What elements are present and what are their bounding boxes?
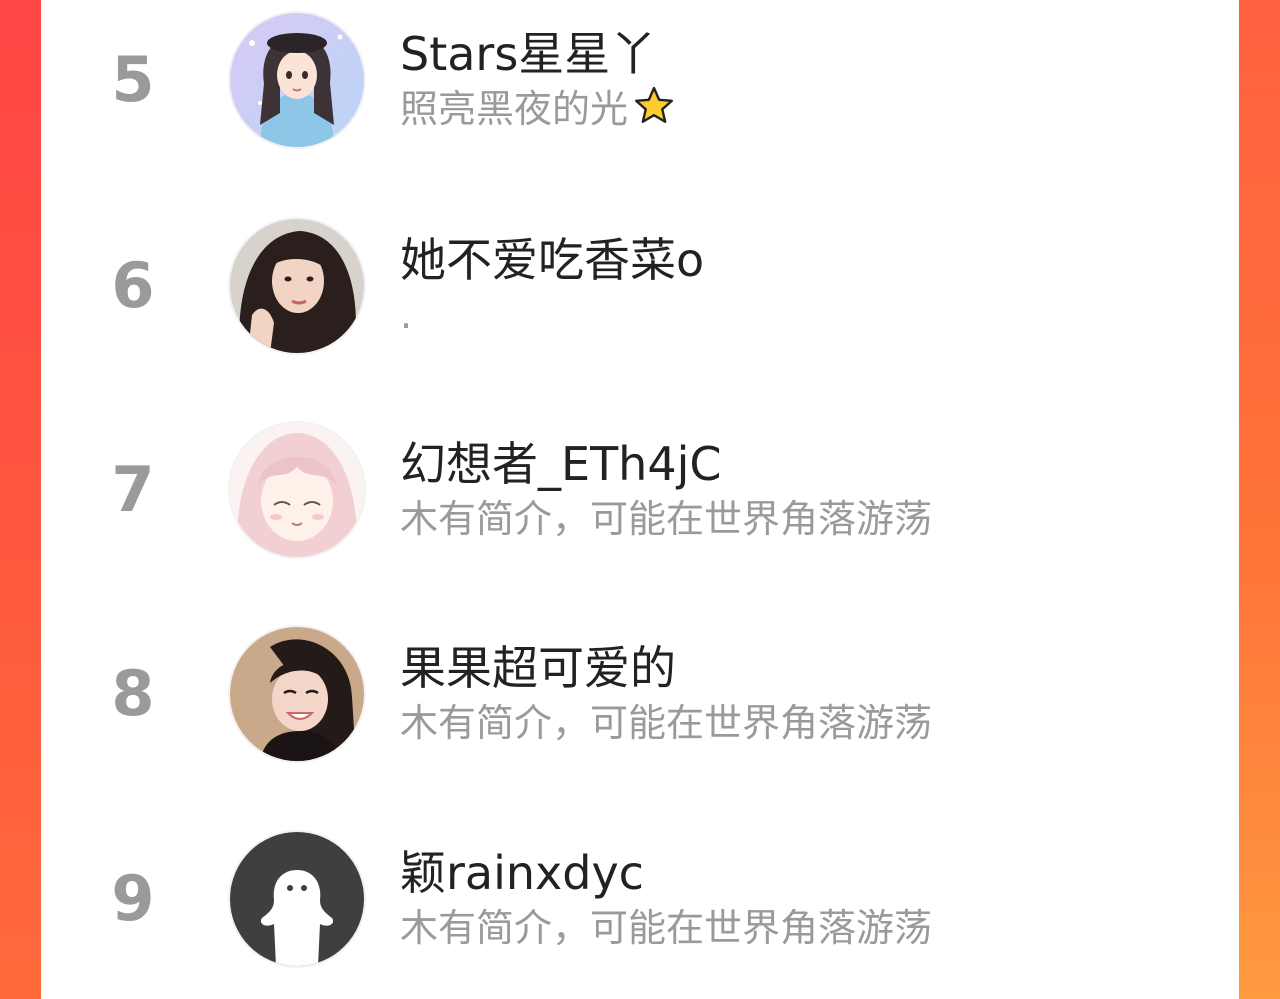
- rank-number: 7: [111, 453, 155, 526]
- user-bio: 木有简介，可能在世界角落游荡: [400, 497, 933, 541]
- ranking-row[interactable]: 6 她不爱吃香菜o .: [41, 196, 1239, 376]
- user-name[interactable]: 幻想者_ETh4jC: [400, 435, 1180, 493]
- default-user-avatar[interactable]: [230, 832, 364, 966]
- ranking-row[interactable]: 9 颖rainxdyc 木有简介，可能在世界角落游荡: [41, 809, 1239, 989]
- ranking-row[interactable]: 5 Stars星星丫 照亮黑夜的光: [41, 0, 1239, 170]
- star-icon: [635, 86, 673, 123]
- rank-number: 5: [111, 43, 155, 116]
- photo-smiling-girl-avatar[interactable]: [230, 627, 364, 761]
- background-left-edge: [0, 0, 41, 999]
- user-bio: 木有简介，可能在世界角落游荡: [400, 701, 933, 745]
- ranking-row[interactable]: 8 果果超可爱的 木有简介，可能在世界角落游荡: [41, 604, 1239, 784]
- background-right-edge: [1239, 0, 1280, 999]
- photo-girl-avatar[interactable]: [230, 219, 364, 353]
- rank-number: 6: [111, 249, 155, 322]
- ranking-row[interactable]: 7 幻想者_ETh4jC 木有简介，可能在世界角落游荡: [41, 400, 1239, 580]
- user-name[interactable]: 果果超可爱的: [400, 639, 1180, 697]
- rank-number: 9: [111, 862, 155, 935]
- anime-girl-avatar[interactable]: [230, 13, 364, 147]
- user-name[interactable]: Stars星星丫: [400, 25, 1180, 83]
- ranking-list-card: 5 Stars星星丫 照亮黑夜的光 6 她不爱吃香菜o . 7 幻想者_ETh4…: [41, 0, 1239, 999]
- user-bio-text: 照亮黑夜的光: [400, 87, 629, 131]
- rank-number: 8: [111, 657, 155, 730]
- user-bio: .: [400, 293, 413, 337]
- user-name[interactable]: 颖rainxdyc: [400, 844, 1180, 902]
- anime-pink-hair-avatar[interactable]: [230, 423, 364, 557]
- user-name[interactable]: 她不爱吃香菜o: [400, 231, 1180, 289]
- user-bio: 照亮黑夜的光: [400, 83, 1180, 135]
- user-bio: 木有简介，可能在世界角落游荡: [400, 906, 933, 950]
